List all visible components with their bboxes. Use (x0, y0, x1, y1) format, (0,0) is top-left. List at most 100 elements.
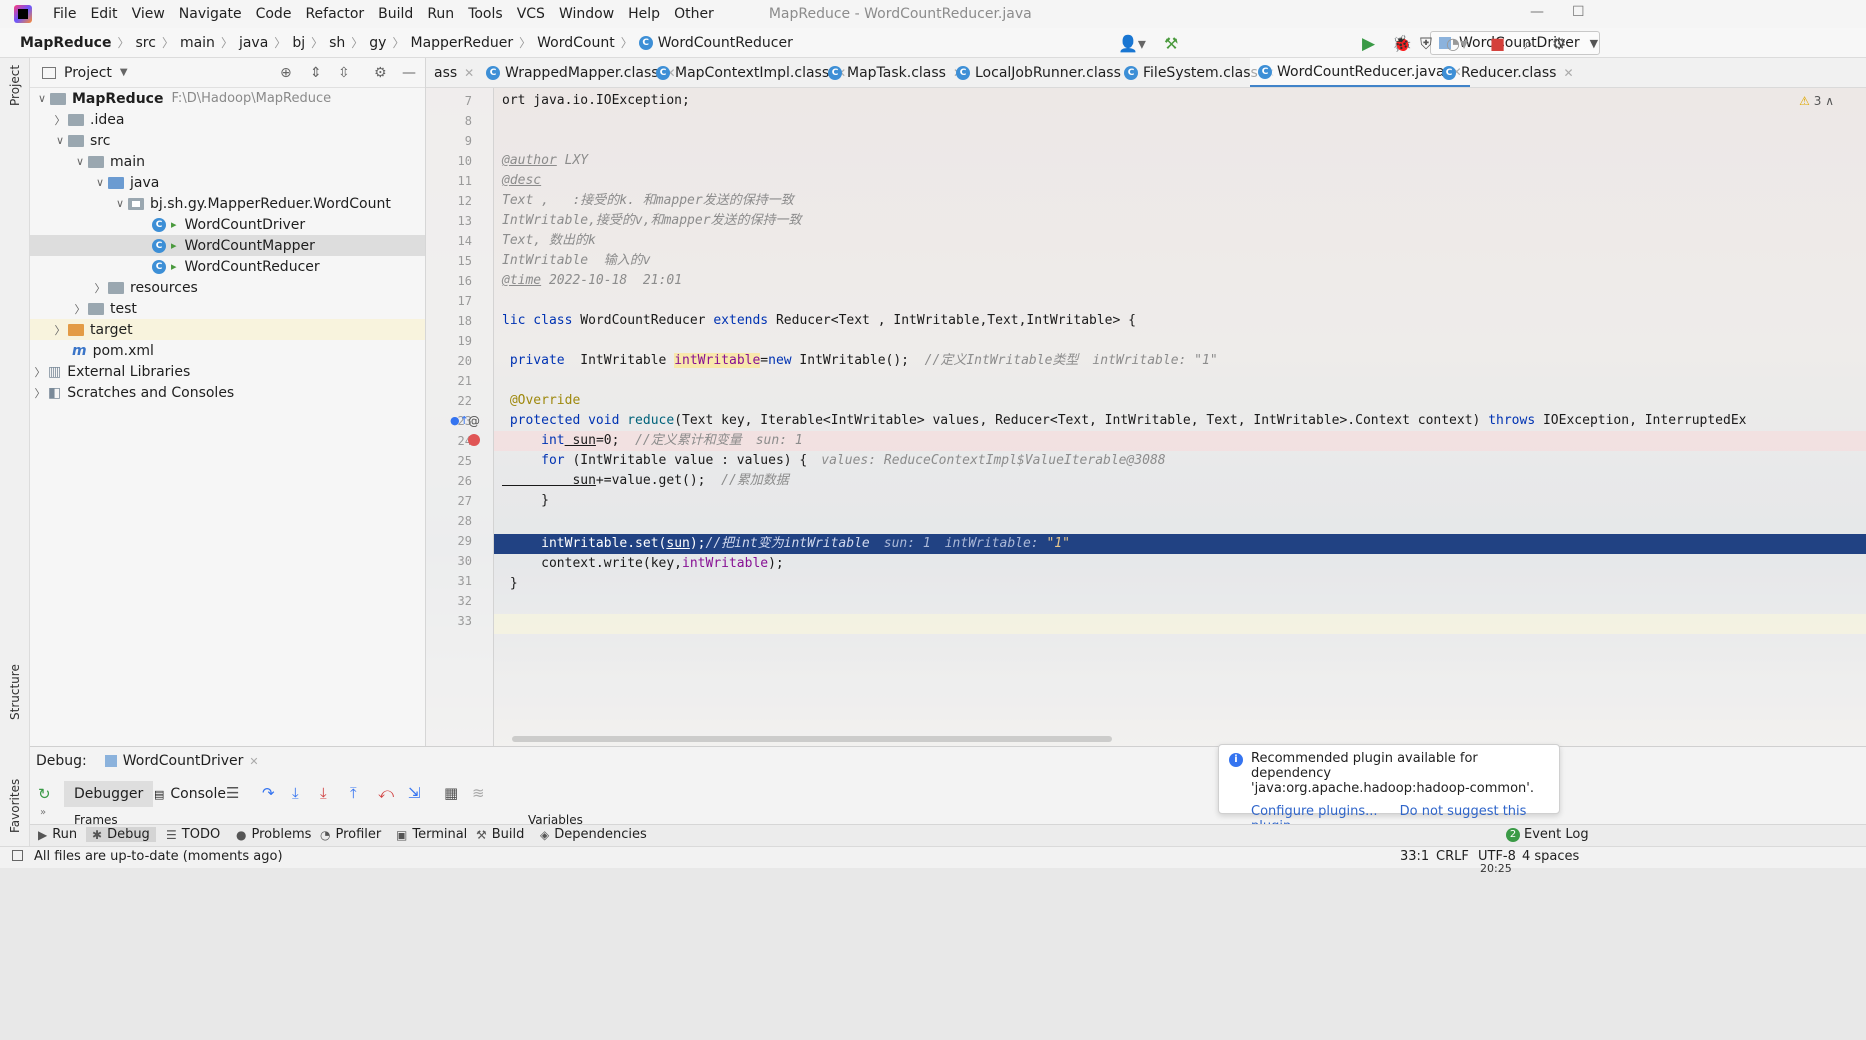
chevron-right-icon[interactable]: 〉 (32, 385, 48, 401)
minimize-icon[interactable]: — (1530, 4, 1544, 20)
breadcrumb-item[interactable]: WordCount (537, 35, 615, 51)
debug-bug-icon[interactable]: 🐞 (1392, 34, 1412, 53)
breadcrumb-item[interactable]: gy (369, 35, 386, 51)
tree-item-test[interactable]: 〉 test (72, 298, 137, 319)
tree-item-idea[interactable]: 〉 .idea (52, 109, 125, 130)
run-to-cursor-icon[interactable]: ⇲ (408, 784, 421, 802)
structure-tool-button[interactable]: Structure (8, 664, 22, 720)
close-icon[interactable]: ✕ (464, 66, 474, 80)
configure-plugins-link[interactable]: Configure plugins... (1251, 804, 1378, 819)
tree-item-scratches[interactable]: 〉 ◧ Scratches and Consoles (32, 382, 235, 403)
chevron-down-icon[interactable]: ∨ (72, 155, 88, 168)
indent-setting[interactable]: 4 spaces (1522, 849, 1579, 864)
breadcrumb-item[interactable]: main (180, 35, 215, 51)
gear-icon[interactable]: ⚙ (374, 65, 387, 81)
trace-icon[interactable]: ≋ (472, 784, 485, 802)
collapse-all-icon[interactable]: ⇳ (338, 65, 350, 81)
step-into-icon[interactable]: ⤓ (292, 784, 299, 802)
chevron-right-icon[interactable]: 〉 (72, 301, 88, 317)
layout-menu-icon[interactable]: ☰ (226, 784, 239, 802)
evaluate-expression-icon[interactable]: ▦ (444, 784, 458, 802)
menu-edit[interactable]: Edit (83, 6, 124, 22)
tree-item-main[interactable]: ∨ main (72, 151, 145, 172)
chevron-down-icon[interactable]: ∨ (92, 176, 108, 189)
expand-all-icon[interactable]: ⇕ (310, 65, 322, 81)
project-tool-button[interactable]: Project (8, 65, 22, 106)
menu-code[interactable]: Code (249, 6, 299, 22)
maximize-icon[interactable]: ☐ (1572, 4, 1585, 20)
horizontal-scrollbar[interactable] (512, 736, 1112, 742)
run-icon[interactable]: ▶ (1362, 34, 1375, 54)
tree-item-src[interactable]: ∨ src (52, 130, 110, 151)
tool-debug[interactable]: ✱ Debug (86, 827, 156, 842)
close-icon[interactable]: ✕ (1563, 66, 1573, 80)
step-out-icon[interactable]: ⤒ (350, 784, 357, 802)
hide-panel-icon[interactable]: — (402, 65, 416, 81)
chevron-right-icon[interactable]: 〉 (92, 280, 108, 296)
favorites-tool-button[interactable]: Favorites (8, 779, 22, 833)
step-over-icon[interactable]: ↷ (262, 784, 275, 802)
menu-window[interactable]: Window (552, 6, 621, 22)
editor-tab[interactable]: ass ✕ (426, 58, 482, 87)
chevron-down-icon[interactable]: ▼ (120, 67, 128, 78)
tree-item-package[interactable]: ∨ bj.sh.gy.MapperReduer.WordCount (112, 193, 391, 214)
tab-debugger[interactable]: Debugger (64, 781, 154, 807)
breadcrumb-item[interactable]: WordCountReducer (658, 35, 793, 51)
breadcrumb-item[interactable]: MapReduce (20, 35, 111, 51)
project-panel-title[interactable]: Project (64, 65, 112, 81)
tree-item-resources[interactable]: 〉 resources (92, 277, 198, 298)
tool-problems[interactable]: ● Problems (236, 827, 311, 842)
breadcrumb-item[interactable]: bj (292, 35, 305, 51)
chevron-down-icon[interactable]: ∨ (52, 134, 68, 147)
toggle-tool-windows-icon[interactable] (12, 850, 23, 861)
force-step-into-icon[interactable]: ⤓ (320, 784, 327, 802)
override-marker-icon[interactable]: @ (468, 414, 480, 428)
tool-run[interactable]: ▶ Run (38, 827, 77, 842)
chevron-down-icon[interactable]: ∨ (34, 92, 50, 105)
menu-file[interactable]: File (46, 6, 83, 22)
chevron-down-icon[interactable]: ∨ (112, 197, 128, 210)
tree-item-java[interactable]: ∨ java (92, 172, 159, 193)
menu-vcs[interactable]: VCS (510, 6, 552, 22)
tree-item-wordcountdriver[interactable]: C ▸ WordCountDriver (152, 214, 305, 235)
tool-build[interactable]: ⚒ Build (476, 827, 524, 842)
tool-todo[interactable]: ☰ TODO (166, 827, 220, 842)
menu-run[interactable]: Run (420, 6, 461, 22)
breakpoint-icon[interactable] (468, 434, 480, 446)
menu-build[interactable]: Build (371, 6, 420, 22)
menu-refactor[interactable]: Refactor (298, 6, 371, 22)
tree-item-external-libraries[interactable]: 〉 ▥ External Libraries (32, 361, 191, 382)
tree-item-project-root[interactable]: ∨ MapReduce F:\D\Hadoop\MapReduce (34, 88, 331, 109)
menu-help[interactable]: Help (621, 6, 667, 22)
close-icon[interactable]: ✕ (249, 755, 258, 768)
caret-position[interactable]: 33:1 (1400, 849, 1429, 864)
editor-tab[interactable]: C Reducer.class ✕ (1434, 58, 1582, 87)
tool-event-log[interactable]: 2 Event Log (1506, 827, 1589, 842)
tree-item-pom[interactable]: m pom.xml (72, 340, 154, 361)
chevron-right-icon[interactable]: 〉 (52, 322, 68, 338)
breadcrumb-item[interactable]: sh (329, 35, 345, 51)
tab-console[interactable]: ▤ Console (144, 781, 236, 807)
profiler-icon[interactable]: ◔▾ (1446, 34, 1468, 53)
warnings-indicator[interactable]: ⚠ 3 ∧ (1799, 94, 1834, 108)
debug-session-tab[interactable]: WordCountDriver (123, 753, 244, 769)
tool-profiler[interactable]: ◔ Profiler (320, 827, 381, 842)
tool-terminal[interactable]: ▣ Terminal (396, 827, 467, 842)
chevron-right-icon[interactable]: 〉 (52, 112, 68, 128)
chevron-right-icon[interactable]: 〉 (32, 364, 48, 380)
user-icon[interactable]: 👤▾ (1118, 34, 1146, 53)
implements-marker-icon[interactable]: ●↑ (450, 414, 469, 427)
breadcrumb-item[interactable]: src (135, 35, 155, 51)
drop-frame-icon[interactable]: ⤺ (378, 784, 394, 802)
menu-view[interactable]: View (125, 6, 172, 22)
breadcrumb-item[interactable]: java (239, 35, 268, 51)
tree-item-wordcountmapper[interactable]: C ▸ WordCountMapper (30, 235, 425, 256)
coverage-icon[interactable]: ⛨ (1420, 34, 1432, 54)
search-icon[interactable]: ⌕ (1524, 34, 1533, 54)
tree-item-wordcountreducer[interactable]: C ▸ WordCountReducer (152, 256, 320, 277)
breadcrumb-item[interactable]: MapperReduer (410, 35, 513, 51)
line-separator[interactable]: CRLF (1436, 849, 1469, 864)
stop-icon[interactable]: ■ (1490, 34, 1505, 53)
locate-file-icon[interactable]: ⊕ (280, 65, 292, 81)
settings-gear-icon[interactable]: ⚙ (1552, 34, 1566, 53)
